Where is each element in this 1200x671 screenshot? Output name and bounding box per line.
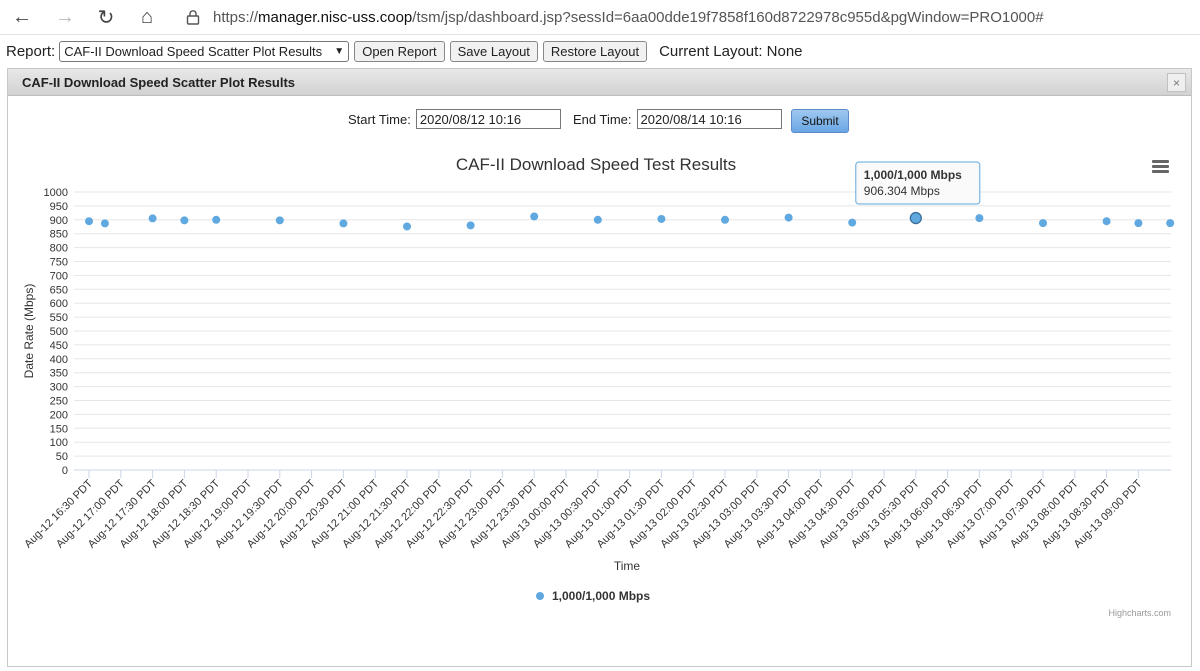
y-tick-label: 400	[50, 354, 68, 366]
y-tick-label: 500	[50, 326, 68, 338]
y-tick-label: 50	[56, 451, 68, 463]
menu-icon[interactable]	[1152, 160, 1169, 174]
chart-credits: Highcharts.com	[1108, 608, 1171, 618]
data-point	[784, 213, 793, 222]
data-point	[85, 217, 93, 226]
tooltip-value: 906.304 Mbps	[864, 184, 940, 198]
y-axis-title: Date Rate (Mbps)	[22, 284, 36, 379]
y-tick-label: 600	[50, 298, 68, 310]
y-tick-label: 450	[50, 340, 68, 352]
data-point	[975, 214, 984, 223]
y-tick-label: 250	[50, 396, 68, 408]
x-axis-title: Time	[614, 559, 641, 573]
data-point	[593, 215, 602, 224]
data-point	[180, 216, 189, 225]
tooltip-series: 1,000/1,000 Mbps	[864, 168, 962, 182]
y-tick-label: 800	[50, 243, 68, 255]
data-point	[148, 214, 157, 223]
data-point	[100, 219, 109, 228]
y-tick-label: 300	[50, 382, 68, 394]
y-tick-label: 200	[50, 409, 68, 421]
data-point	[1166, 219, 1175, 228]
y-tick-label: 550	[50, 312, 68, 324]
data-point	[657, 214, 666, 223]
data-point	[848, 218, 857, 227]
y-tick-label: 650	[50, 284, 68, 296]
y-tick-label: 150	[50, 423, 68, 435]
legend-item: 1,000/1,000 Mbps	[552, 589, 650, 603]
data-point	[466, 221, 475, 230]
scatter-chart: CAF-II Download Speed Test Results 0 50 100…	[22, 155, 1175, 618]
y-tick-label: 750	[50, 257, 68, 269]
data-point	[1102, 217, 1111, 226]
y-tick-label: 0	[62, 465, 68, 477]
y-tick-label: 900	[50, 215, 68, 227]
data-point	[275, 216, 284, 225]
data-point	[212, 215, 221, 224]
data-point	[530, 212, 539, 221]
data-point	[339, 219, 348, 228]
y-tick-label: 1000	[44, 187, 68, 199]
data-point	[909, 211, 922, 225]
data-point	[403, 222, 411, 231]
y-tick-label: 700	[50, 270, 68, 282]
legend-symbol	[536, 592, 544, 600]
y-tick-label: 850	[50, 229, 68, 241]
data-point	[1039, 219, 1047, 228]
data-point	[1134, 219, 1143, 228]
y-tick-label: 350	[50, 368, 68, 380]
data-point	[721, 215, 729, 224]
y-tick-label: 100	[50, 437, 68, 449]
chart-title: CAF-II Download Speed Test Results	[456, 155, 736, 174]
y-tick-label: 950	[50, 201, 68, 213]
